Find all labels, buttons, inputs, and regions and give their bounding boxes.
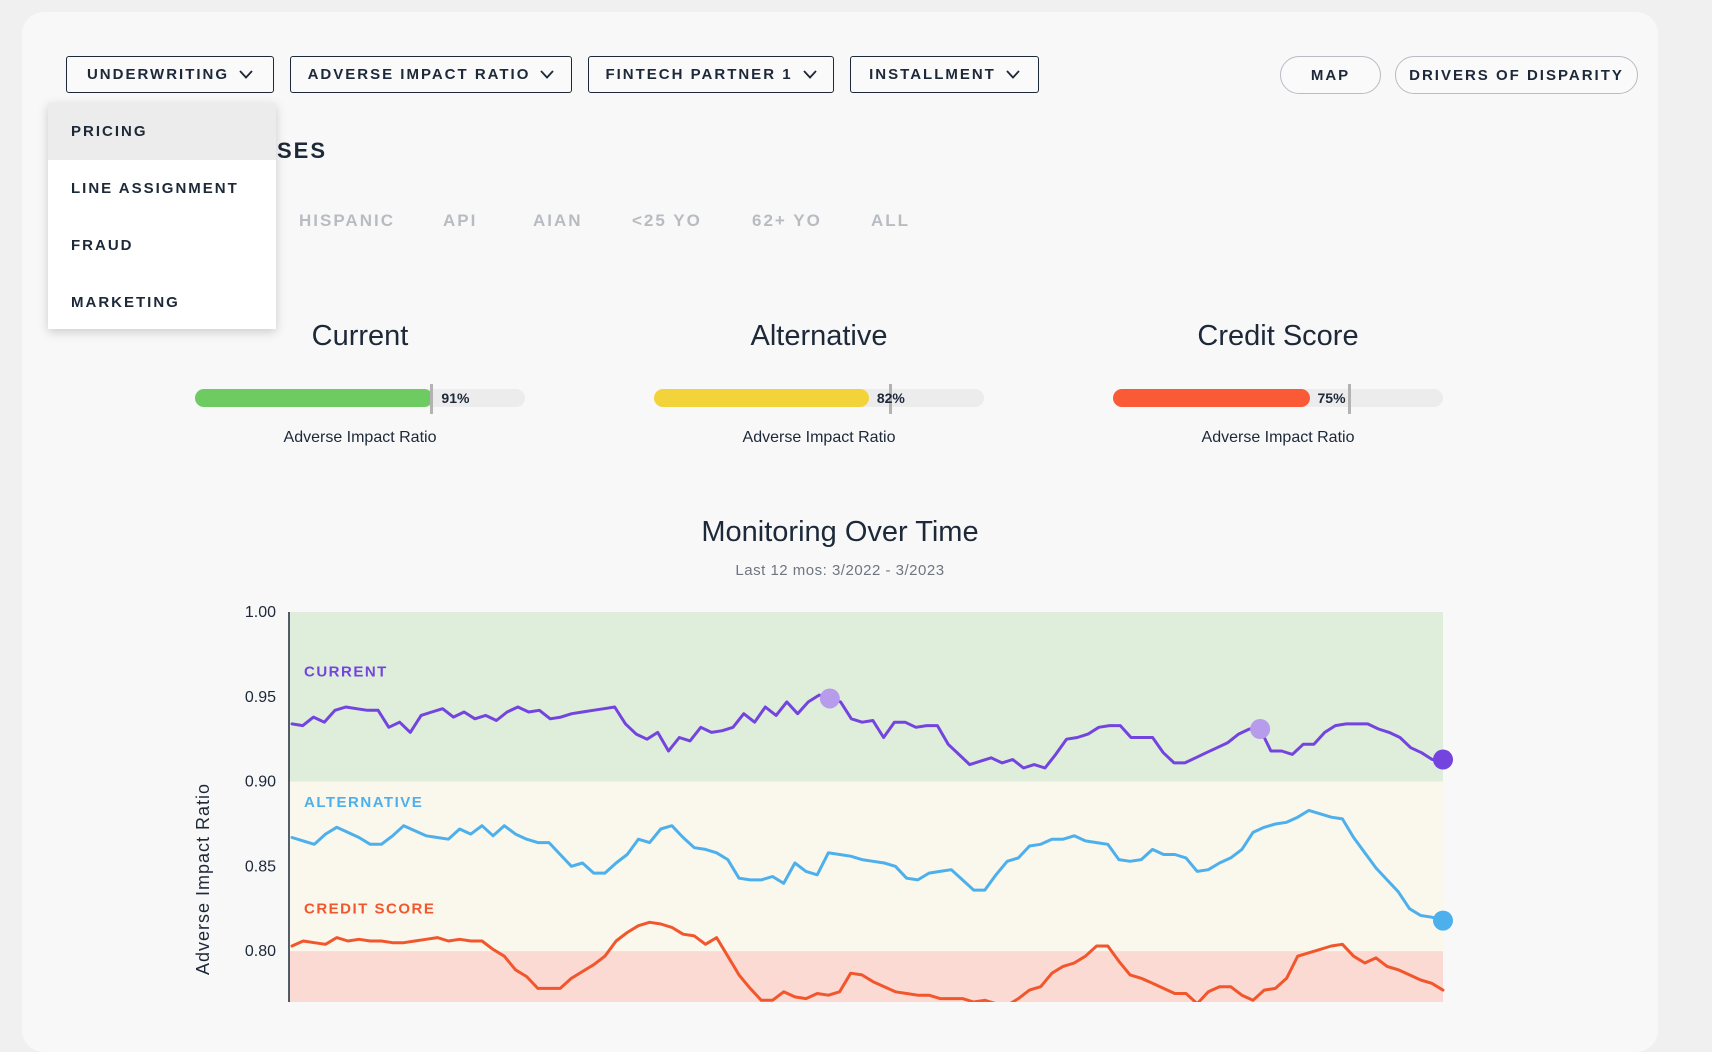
chevron-down-icon bbox=[239, 70, 253, 79]
metric-bar-credit-score: 75% bbox=[1113, 384, 1443, 414]
menu-item-fraud[interactable]: FRAUD bbox=[48, 217, 276, 274]
chevron-down-icon bbox=[1006, 70, 1020, 79]
chevron-down-icon bbox=[802, 70, 817, 79]
metric-label: ADVERSE IMPACT RATIO bbox=[307, 66, 531, 83]
tab-hispanic[interactable]: HISPANIC bbox=[299, 211, 395, 231]
use-case-label: UNDERWRITING bbox=[86, 66, 230, 83]
metric-dropdown[interactable]: ADVERSE IMPACT RATIO bbox=[290, 56, 572, 93]
metric-sub-current: Adverse Impact Ratio bbox=[283, 429, 437, 446]
section-heading: SES bbox=[277, 138, 328, 163]
map-button-label: MAP bbox=[1310, 66, 1351, 84]
menu-item-line-assignment[interactable]: LINE ASSIGNMENT bbox=[48, 160, 276, 217]
drivers-of-disparity-button[interactable]: DRIVERS OF DISPARITY bbox=[1395, 56, 1638, 94]
tab-api[interactable]: API bbox=[443, 211, 477, 231]
product-dropdown[interactable]: INSTALLMENT bbox=[850, 56, 1039, 93]
menu-item-pricing[interactable]: PRICING bbox=[48, 103, 276, 160]
use-case-dropdown[interactable]: UNDERWRITING bbox=[66, 56, 274, 93]
metric-value-current: 91% bbox=[441, 390, 470, 406]
metric-title-alternative: Alternative bbox=[750, 320, 888, 352]
tab-all[interactable]: ALL bbox=[871, 211, 910, 231]
metric-sub-credit-score: Adverse Impact Ratio bbox=[1201, 429, 1355, 446]
metric-marker-credit-score bbox=[1348, 384, 1351, 414]
metric-marker-current bbox=[430, 384, 433, 414]
metric-value-alternative: 82% bbox=[876, 390, 905, 406]
product-label: INSTALLMENT bbox=[869, 66, 996, 83]
chart-title: Monitoring Over Time bbox=[701, 516, 979, 548]
metric-title-credit-score: Credit Score bbox=[1197, 320, 1359, 352]
metric-bar-current: 91% bbox=[195, 384, 525, 414]
tab-62-plus[interactable]: 62+ YO bbox=[752, 211, 822, 231]
tab-aian[interactable]: AIAN bbox=[533, 211, 583, 231]
metric-fill-current bbox=[195, 389, 434, 407]
metric-fill-credit-score bbox=[1113, 389, 1310, 407]
partner-label: FINTECH PARTNER 1 bbox=[605, 66, 793, 83]
use-case-menu: PRICING LINE ASSIGNMENT FRAUD MARKETING bbox=[48, 103, 276, 329]
metric-fill-alternative bbox=[654, 389, 869, 407]
chart-subtitle: Last 12 mos: 3/2022 - 3/2023 bbox=[735, 562, 945, 579]
partner-dropdown[interactable]: FINTECH PARTNER 1 bbox=[588, 56, 834, 93]
map-button[interactable]: MAP bbox=[1280, 56, 1381, 94]
menu-item-marketing[interactable]: MARKETING bbox=[48, 274, 276, 331]
metric-bar-alternative: 82% bbox=[654, 384, 984, 414]
tab-under-25[interactable]: <25 YO bbox=[632, 211, 702, 231]
chevron-down-icon bbox=[540, 70, 555, 79]
drivers-button-label: DRIVERS OF DISPARITY bbox=[1409, 66, 1624, 84]
metric-value-credit-score: 75% bbox=[1317, 390, 1346, 406]
metric-sub-alternative: Adverse Impact Ratio bbox=[742, 429, 896, 446]
